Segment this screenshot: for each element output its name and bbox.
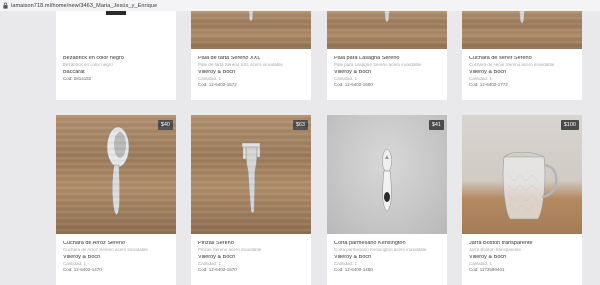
product-title[interactable]: Bezabrick en color negro xyxy=(63,56,172,62)
lock-icon xyxy=(3,2,8,9)
price-badge: $100 xyxy=(560,120,579,130)
price-badge: $41 xyxy=(428,120,444,130)
parmesan-cutter-image xyxy=(382,148,392,212)
product-card[interactable]: $40 Cuchara de Arroz Sereno Cuchara de A… xyxy=(56,115,176,285)
product-brand: Villeroy & Boch xyxy=(198,70,236,75)
product-info: Pinzas Sereno Pinzas Sereno acero inoxid… xyxy=(198,241,307,273)
product-title[interactable]: Cuchara de servir Sereno xyxy=(469,56,578,62)
product-code: Cod: 12-6402-1600 xyxy=(334,83,373,87)
product-quantity: Cantidad: 1 xyxy=(198,262,222,266)
product-card[interactable]: $100 Jarra Boston transparente Jarra Bos… xyxy=(462,115,582,285)
product-image[interactable]: $40 xyxy=(56,115,176,234)
product-brand: Villeroy & Boch xyxy=(198,255,236,260)
product-subtitle: Jarra Boston transparente xyxy=(469,248,522,252)
product-image[interactable]: $41 xyxy=(327,115,447,234)
product-card[interactable]: Bezabrick en color negro Bezabrick en co… xyxy=(56,11,176,100)
rice-spoon-image xyxy=(106,126,130,216)
product-brand: Villeroy & Boch xyxy=(334,255,372,260)
product-brand: Villeroy & Boch xyxy=(334,70,372,75)
product-quantity: Cantidad: 1 xyxy=(469,77,493,81)
product-title[interactable]: Cuchara de Arroz Sereno xyxy=(63,241,172,247)
product-quantity: Cantidad: 1 xyxy=(334,77,358,81)
product-image[interactable]: $63 xyxy=(191,115,311,234)
product-card[interactable]: Cuchara de servir Sereno Cuchara de serv… xyxy=(462,11,582,100)
product-quantity: Cantidad: 1 xyxy=(334,262,358,266)
product-code: Cod: 12-6402-1572 xyxy=(198,83,237,87)
product-card[interactable]: $41 Corta parmesano Kensington Corta par… xyxy=(327,115,447,285)
product-image[interactable] xyxy=(327,11,447,49)
product-info: Jarra Boston transparente Jarra Boston t… xyxy=(469,241,578,273)
product-brand: Villeroy & Boch xyxy=(63,255,101,260)
product-brand: Baccarat xyxy=(63,70,85,75)
address-bar[interactable]: lamaison718.ml/home/new/3463_Maria_Jesús… xyxy=(0,0,600,11)
product-subtitle: Bezabrick en color negro xyxy=(63,63,113,67)
product-info: Pala para Lasagna Sereno Pala para Lasag… xyxy=(334,56,443,88)
price-badge: $40 xyxy=(157,120,173,130)
product-title[interactable]: Pinzas Sereno xyxy=(198,241,307,247)
url-text: lamaison718.ml/home/new/3463_Maria_Jesús… xyxy=(11,2,158,9)
product-title[interactable]: Pala de tarta Sereno XXL xyxy=(198,56,307,62)
product-code: Cod: 2814152 xyxy=(63,77,92,81)
product-quantity: Cantidad: 1 xyxy=(469,262,493,266)
product-info: Corta parmesano Kensington Corta parmesa… xyxy=(334,241,443,273)
product-code: Cod: 12-6400-1460 xyxy=(334,268,373,272)
product-brand: Villeroy & Boch xyxy=(469,255,507,260)
product-subtitle: Pinzas Sereno acero inoxidable xyxy=(198,248,262,252)
product-brand: Villeroy & Boch xyxy=(469,70,507,75)
product-card[interactable]: $63 Pinzas Sereno Pinzas Sereno acero in… xyxy=(191,115,311,285)
product-info: Cuchara de servir Sereno Cuchara de serv… xyxy=(469,56,578,88)
product-card[interactable]: Pala para Lasagna Sereno Pala para Lasag… xyxy=(327,11,447,100)
product-code: Cod: 1172590401 xyxy=(469,268,505,272)
product-info: Pala de tarta Sereno XXL Pala de tarta S… xyxy=(198,56,307,88)
lasagna-server-image xyxy=(384,11,390,23)
price-badge: $63 xyxy=(292,120,308,130)
product-info: Cuchara de Arroz Sereno Cuchara de Arroz… xyxy=(63,241,172,273)
product-title[interactable]: Pala para Lasagna Sereno xyxy=(334,56,443,62)
product-title[interactable]: Jarra Boston transparente xyxy=(469,241,578,247)
product-quantity: Cantidad: 1 xyxy=(198,77,222,81)
product-code: Cod: 12-6402-1470 xyxy=(63,268,102,272)
product-code: Cod: 12-6402-1570 xyxy=(198,268,237,272)
product-subtitle: Pala para Lasagna Sereno acero inoxidabl… xyxy=(334,63,422,67)
product-subtitle: Corta parmesano Kensington acero inoxida… xyxy=(334,248,427,252)
product-image[interactable] xyxy=(191,11,311,49)
product-title[interactable]: Corta parmesano Kensington xyxy=(334,241,443,247)
product-subtitle: Cuchara de servir Sereno acero inoxidabl… xyxy=(469,63,555,67)
glass-pitcher-image xyxy=(502,152,558,220)
tongs-image xyxy=(241,142,261,214)
serving-spoon-image xyxy=(519,11,525,24)
product-quantity: Cantidad: 1 xyxy=(63,262,87,266)
product-image[interactable]: $100 xyxy=(462,115,582,234)
product-subtitle: Pala de tarta Sereno XXL acero inoxidabl… xyxy=(198,63,283,67)
product-subtitle: Cuchara de Arroz Sereno acero inoxidable xyxy=(63,248,148,252)
product-card[interactable]: Pala de tarta Sereno XXL Pala de tarta S… xyxy=(191,11,311,100)
cake-server-image xyxy=(248,11,254,22)
product-info: Bezabrick en color negro Bezabrick en co… xyxy=(63,56,172,82)
product-image[interactable] xyxy=(462,11,582,49)
product-image[interactable] xyxy=(56,11,176,15)
product-code: Cod: 12-6402-1772 xyxy=(469,83,508,87)
